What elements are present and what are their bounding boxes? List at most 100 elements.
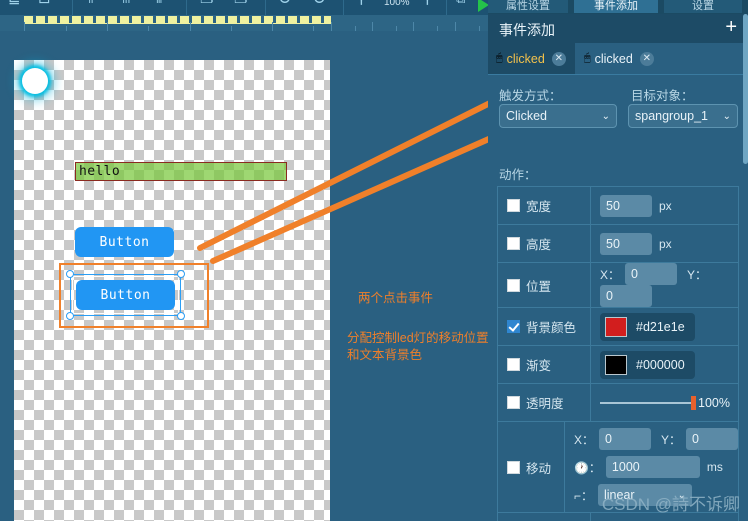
cursor-click-icon-2: 🖱 [584,52,591,64]
event-tab-1-close-icon[interactable]: ✕ [551,51,566,66]
position-label: 位置 [526,279,552,294]
action-row-bg-color: 背景颜色 #d21e1e [498,308,738,346]
zoom-in-icon[interactable]: ⚲ [356,0,367,6]
chevron-down-icon: ⌄ [601,110,610,122]
led-indicator-icon[interactable] [22,68,48,94]
send-back-icon[interactable]: ⊪ [122,0,135,6]
distribute-icon[interactable]: ⫴ [156,0,162,6]
action-row-gradient: 渐变 #000000 [498,346,738,384]
action-row-gradient-right: #000000 [591,346,738,383]
actions-table: 宽度 px 高度 px [497,186,739,521]
play-icon[interactable] [478,0,488,12]
position-x-input[interactable] [625,263,678,285]
action-row-opacity: 透明度 100% [498,384,738,422]
action-row-opacity-right: 100% [591,384,738,421]
opacity-slider[interactable]: 100% [600,395,738,410]
opacity-label: 透明度 [526,397,564,411]
add-event-button[interactable]: + [725,17,737,37]
position-x-label: X： [600,267,621,282]
action-row-hidden-left: 隐藏 [498,513,591,521]
trigger-select[interactable]: Clicked ⌄ [499,104,617,128]
ungroup-icon[interactable]: ❐ [234,0,247,6]
text-element-hello[interactable]: hello [75,162,287,181]
target-select[interactable]: spangroup_1 ⌄ [628,104,738,128]
action-row-position-left: 位置 [498,263,591,307]
toolbar-separator-3 [265,0,266,15]
gradient-color-value: #000000 [636,357,685,372]
bg-color-picker[interactable]: #d21e1e [600,312,695,341]
opacity-slider-track[interactable] [600,395,697,410]
width-input[interactable] [600,194,652,217]
move-duration-input[interactable] [605,456,700,478]
annotation-line-1: 两个点击事件 [358,291,434,305]
bring-front-icon[interactable]: ⊩ [88,0,101,6]
move-duration-line: 🕐： ms [574,456,723,478]
panel-scrollbar-thumb[interactable] [743,14,748,164]
design-canvas[interactable]: hello Button Button [14,60,330,521]
canvas-workspace[interactable]: hello Button Button 两个点击事件 分配控制led灯的移动位置… [0,31,489,521]
action-row-gradient-left: 渐变 [498,346,591,383]
event-tab-clicked-2[interactable]: 🖱 clicked ✕ [576,43,663,74]
position-y-label: Y： [687,267,708,282]
canvas-button-1-label: Button [99,234,150,250]
toolbar-separator-4 [343,0,344,15]
height-label: 高度 [526,238,552,252]
width-checkbox[interactable] [507,199,520,212]
canvas-button-1[interactable]: Button [75,227,174,257]
width-label: 宽度 [526,200,552,214]
undo-icon[interactable]: ↺ [278,0,292,7]
window-tab-events[interactable]: 事件添加 [574,0,658,13]
action-row-position: 位置 X： Y： [498,263,738,308]
panel-scrollbar[interactable] [743,14,748,521]
action-row-bg-color-right: #d21e1e [591,308,738,345]
bg-color-swatch[interactable] [605,316,627,337]
move-duration-unit: ms [706,460,723,474]
move-y-input[interactable] [686,428,738,450]
gradient-color-swatch[interactable] [605,354,627,375]
opacity-slider-thumb[interactable] [691,395,697,410]
height-unit: px [659,236,672,251]
position-checkbox[interactable] [507,278,520,292]
window-tab-properties[interactable]: 属性设置 [488,0,568,13]
height-input[interactable] [600,232,652,255]
action-row-bg-color-left: 背景颜色 [498,308,591,345]
align-center-icon[interactable]: ⊟ [38,0,51,6]
cursor-click-icon: 🖱 [496,52,503,64]
redo-icon[interactable]: ↻ [312,0,326,7]
move-x-input[interactable] [598,428,651,450]
app-root: 属性设置 事件添加 设置 ⊑ ⊟ ⊩ ⊪ ⫴ ❐ ❐ ↺ ↻ ⚲ 100% ⚲ … [0,0,748,521]
bg-color-checkbox[interactable] [507,320,520,333]
event-tab-2-label: clicked [594,51,633,66]
gradient-checkbox[interactable] [507,358,520,371]
move-checkbox[interactable] [507,460,520,474]
gradient-label: 渐变 [526,359,552,373]
opacity-checkbox[interactable] [507,396,520,409]
curve-icon: ⌐： [573,488,593,503]
window-tab-settings[interactable]: 设置 [664,0,742,13]
height-checkbox[interactable] [507,237,520,250]
code-icon[interactable]: ⧉ [456,0,465,6]
group-highlight-box [59,263,209,328]
event-panel: 事件添加 + 🖱 clicked ✕ 🖱 clicked ✕ 触发方式： 目标对… [488,14,748,521]
event-tab-2-close-icon[interactable]: ✕ [639,51,654,66]
group-icon[interactable]: ❐ [200,0,213,6]
move-label: 移动 [526,461,552,476]
annotation-line-2: 分配控制led灯的移动位置 和文本背景色 [347,330,489,364]
action-row-height-left: 高度 [498,225,591,262]
action-row-width-right: px [591,187,738,224]
target-select-value: spangroup_1 [635,109,708,123]
action-row-move-left: 移动 [498,422,565,512]
trigger-select-value: Clicked [506,109,547,123]
panel-title: 事件添加 [499,22,555,38]
bg-color-label: 背景颜色 [526,321,577,335]
event-tabstrip: 🖱 clicked ✕ 🖱 clicked ✕ [488,43,748,75]
zoom-out-icon[interactable]: ⚲ [422,0,433,6]
action-row-height: 高度 px [498,225,738,263]
move-xy-line: X： Y： [574,428,738,450]
align-left-icon[interactable]: ⊑ [8,0,21,6]
gradient-color-picker[interactable]: #000000 [600,350,695,379]
event-tab-clicked-1[interactable]: 🖱 clicked ✕ [488,43,575,74]
position-y-input[interactable] [600,285,652,307]
clock-icon: 🕐： [573,460,601,475]
panel-header: 事件添加 + [488,14,748,43]
